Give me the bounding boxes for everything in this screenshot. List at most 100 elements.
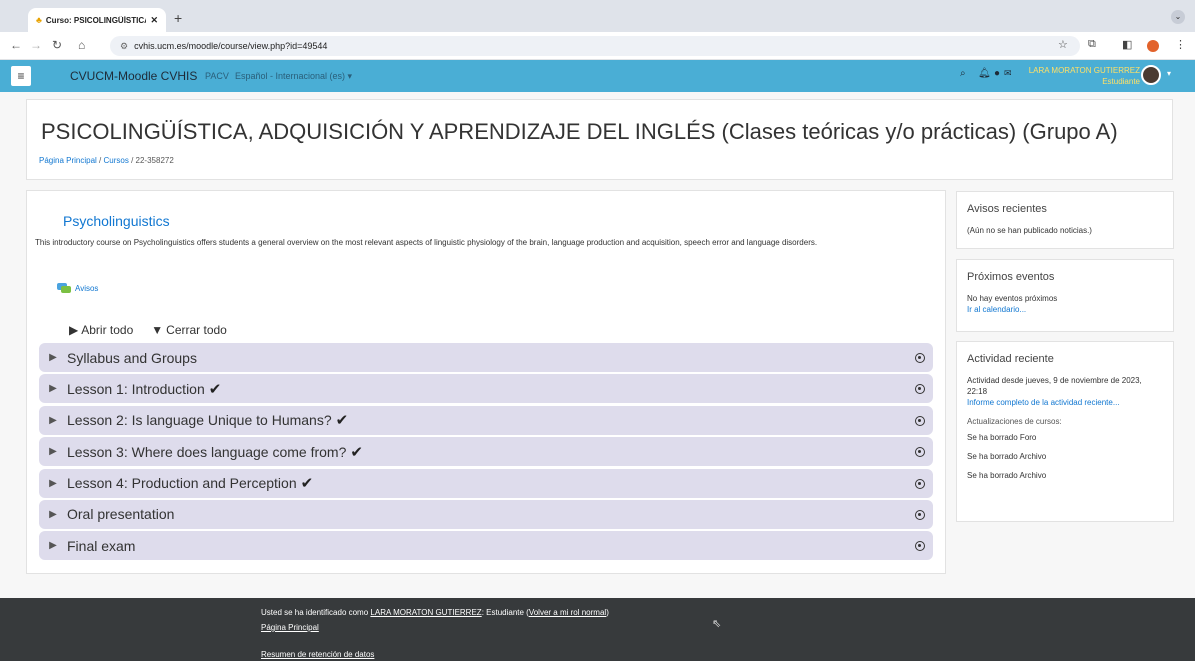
tab-search-icon[interactable]: ⌄ <box>1171 10 1185 24</box>
footer-user-link[interactable]: LARA MORATON GUTIERREZ <box>370 608 481 617</box>
section-name[interactable]: Oral presentation <box>67 506 174 522</box>
section-visibility-icon[interactable] <box>915 384 925 395</box>
site-brand[interactable]: CVUCM-Moodle CVHIS <box>70 69 197 83</box>
section-row[interactable]: ▶ Final exam <box>39 531 933 561</box>
menu-toggle-icon[interactable]: ≡ <box>11 66 31 86</box>
section-toggles: ▶ Abrir todo ▼ Cerrar todo <box>69 323 227 337</box>
expand-triangle-icon[interactable]: ▶ <box>43 509 63 520</box>
chevron-down-icon[interactable]: ▾ <box>1167 69 1171 78</box>
url-text: cvhis.ucm.es/moodle/course/view.php?id=4… <box>134 41 328 51</box>
section-name[interactable]: Lesson 4: Production and Perception <box>67 475 297 491</box>
language-menu[interactable]: Español - Internacional (es) ▾ <box>235 71 352 82</box>
return-role-link[interactable]: Volver a mi rol normal <box>529 608 606 617</box>
breadcrumb-courses[interactable]: Cursos <box>104 156 129 165</box>
block-text: (Aún no se han publicado noticias.) <box>967 226 1092 235</box>
full-activity-report-link[interactable]: Informe completo de la actividad recient… <box>967 397 1163 408</box>
avatar[interactable] <box>1141 65 1161 85</box>
expand-triangle-icon[interactable]: ▶ <box>43 540 63 551</box>
user-name: LARA MORATON GUTIERREZ <box>1028 66 1140 75</box>
forum-icon <box>57 283 71 294</box>
section-name[interactable]: Lesson 1: Introduction <box>67 381 205 397</box>
expand-all-label: Abrir todo <box>81 323 134 337</box>
home-icon[interactable]: ⌂ <box>78 38 85 52</box>
course-description: This introductory course on Psycholingui… <box>35 238 818 247</box>
course-updates-label: Actualizaciones de cursos: <box>967 417 1062 426</box>
section-row[interactable]: ▶ Oral presentation <box>39 499 933 529</box>
section-row[interactable]: ▶ Syllabus and Groups <box>39 343 933 372</box>
data-retention-link[interactable]: Resumen de retención de datos <box>261 650 374 659</box>
new-tab-button[interactable]: + <box>174 10 182 26</box>
calendar-link[interactable]: Ir al calendario... <box>967 304 1163 315</box>
browser-tab[interactable]: ♣ Curso: PSICOLINGÜÍSTICA, ... ✕ <box>28 8 166 32</box>
collapse-all-label: Cerrar todo <box>166 323 227 337</box>
block-title: Próximos eventos <box>967 271 1055 283</box>
section-row[interactable]: ▶ Lesson 2: Is language Unique to Humans… <box>39 405 933 435</box>
collapse-all-icon: ▼ <box>151 323 164 337</box>
course-content: Psycholinguistics This introductory cour… <box>26 190 946 574</box>
section-visibility-icon[interactable] <box>915 415 925 426</box>
nav-link-pacv[interactable]: PACV <box>205 71 229 81</box>
course-heading: Psycholinguistics <box>63 213 170 229</box>
footer-home-link[interactable]: Página Principal <box>261 623 319 632</box>
section-visibility-icon[interactable] <box>915 541 925 552</box>
breadcrumb-current: 22-358272 <box>135 156 174 165</box>
section-row[interactable]: ▶ Lesson 4: Production and Perception ✔ <box>39 468 933 498</box>
login-suffix: ) <box>606 608 609 617</box>
expand-triangle-icon[interactable]: ▶ <box>43 415 63 426</box>
site-info-icon[interactable]: ⚙ <box>120 41 128 51</box>
expand-triangle-icon[interactable]: ▶ <box>43 446 63 457</box>
login-info: Usted se ha identificado como LARA MORAT… <box>261 608 609 617</box>
activity-item: Se ha borrado Archivo <box>967 452 1047 461</box>
expand-all-icon: ▶ <box>69 323 79 337</box>
section-row[interactable]: ▶ Lesson 3: Where does language come fro… <box>39 437 933 467</box>
breadcrumb: Página Principal / Cursos / 22-358272 <box>39 156 174 165</box>
footer-home: Página Principal <box>261 623 319 632</box>
block-title: Actividad reciente <box>967 353 1054 365</box>
section-name[interactable]: Final exam <box>67 538 135 554</box>
section-visibility-icon[interactable] <box>915 478 925 489</box>
activity-item: Se ha borrado Foro <box>967 433 1037 442</box>
block-text: No hay eventos próximos <box>967 294 1058 303</box>
block-upcoming-events: Próximos eventos No hay eventos próximos… <box>956 259 1174 332</box>
browser-tab-bar: ♣ Curso: PSICOLINGÜÍSTICA, ... ✕ + ⌄ <box>0 0 1195 32</box>
search-icon[interactable]: ⌕ <box>960 68 966 79</box>
breadcrumb-home[interactable]: Página Principal <box>39 156 97 165</box>
section-visibility-icon[interactable] <box>915 353 925 363</box>
forum-link-avisos[interactable]: Avisos <box>57 283 98 294</box>
expand-all-button[interactable]: ▶ Abrir todo <box>69 323 133 337</box>
section-visibility-icon[interactable] <box>915 509 925 520</box>
section-row[interactable]: ▶ Lesson 1: Introduction ✔ <box>39 374 933 404</box>
reload-icon[interactable]: ↻ <box>52 38 62 52</box>
browser-menu-icon[interactable]: ⋮ <box>1175 38 1186 51</box>
section-name[interactable]: Lesson 3: Where does language come from? <box>67 444 346 460</box>
notifications-bell-icon[interactable]: 🔔︎ <box>978 68 991 79</box>
footer-retention: Resumen de retención de datos <box>261 650 374 659</box>
browser-toolbar: ← → ↻ ⌂ ⚙ cvhis.ucm.es/moodle/course/view… <box>0 32 1195 60</box>
page-footer: Usted se ha identificado como LARA MORAT… <box>0 598 1195 661</box>
sidebar-icon[interactable]: ◧ <box>1122 38 1132 51</box>
extensions-icon[interactable]: ⧉ <box>1088 38 1096 51</box>
section-visibility-icon[interactable] <box>915 447 925 458</box>
user-role: Estudiante <box>1102 77 1140 86</box>
back-icon[interactable]: ← <box>10 38 22 52</box>
user-menu[interactable]: LARA MORATON GUTIERREZ Estudiante <box>990 65 1140 87</box>
section-name[interactable]: Syllabus and Groups <box>67 350 197 366</box>
expand-triangle-icon[interactable]: ▶ <box>43 383 63 394</box>
forward-icon[interactable]: → <box>30 38 42 52</box>
page-header: PSICOLINGÜÍSTICA, ADQUISICIÓN Y APRENDIZ… <box>26 99 1173 180</box>
expand-triangle-icon[interactable]: ▶ <box>43 352 63 363</box>
activity-since: Actividad desde jueves, 9 de noviembre d… <box>967 376 1142 396</box>
bookmark-star-icon[interactable]: ☆ <box>1058 38 1068 51</box>
activity-item: Se ha borrado Archivo <box>967 471 1047 480</box>
collapse-all-button[interactable]: ▼ Cerrar todo <box>151 323 227 337</box>
browser-profile-icon[interactable] <box>1147 40 1159 52</box>
block-recent-activity: Actividad reciente Actividad desde jueve… <box>956 341 1174 522</box>
completed-check-icon: ✔ <box>335 412 349 430</box>
section-name[interactable]: Lesson 2: Is language Unique to Humans? <box>67 412 332 428</box>
address-bar[interactable]: ⚙ cvhis.ucm.es/moodle/course/view.php?id=… <box>110 36 1080 56</box>
page-title: PSICOLINGÜÍSTICA, ADQUISICIÓN Y APRENDIZ… <box>41 119 1118 144</box>
login-prefix: Usted se ha identificado como <box>261 608 369 617</box>
expand-triangle-icon[interactable]: ▶ <box>43 478 63 489</box>
moodle-favicon-icon: ♣ <box>36 15 42 25</box>
close-tab-icon[interactable]: ✕ <box>150 15 158 26</box>
